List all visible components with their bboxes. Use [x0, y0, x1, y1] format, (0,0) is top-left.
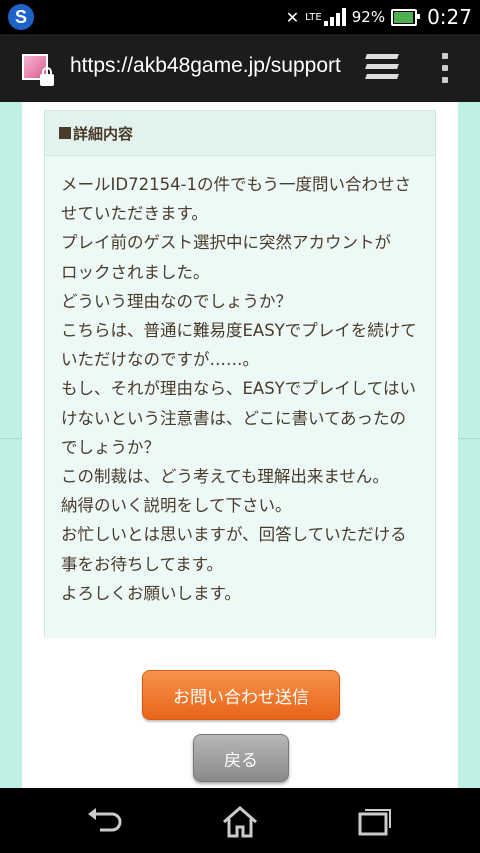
message-line: プレイ前のゲスト選択中に突然アカウントが [61, 233, 391, 253]
back-button[interactable]: 戻る [193, 734, 289, 782]
detail-header-label: 詳細内容 [73, 124, 134, 143]
lte-label: LTE [305, 11, 322, 23]
detail-box: 詳細内容 メールID72154-1の件でもう一度問い合わせさ せていただきます。… [44, 110, 436, 638]
message-line: 納得のいく説明をして下さい。 [61, 496, 292, 516]
battery-percent: 92% [351, 8, 386, 26]
signal-icon [323, 8, 346, 26]
battery-charging-icon [391, 8, 421, 26]
recent-apps-icon [358, 809, 391, 836]
message-line: この制裁は、どう考えても理解出来ません。 [61, 467, 389, 487]
message-line: もし、それが理由なら、EASYでプレイしてはい [61, 379, 416, 399]
system-nav-bar [0, 788, 480, 853]
message-line: 事をお待ちしてます。 [61, 554, 224, 574]
submit-inquiry-button[interactable]: お問い合わせ送信 [142, 670, 340, 720]
lock-icon [40, 67, 54, 86]
nav-recent-button[interactable] [334, 788, 414, 853]
clock: 0:27 [427, 5, 472, 29]
message-line: でしょうか？ [61, 437, 160, 457]
page-card: 詳細内容 メールID72154-1の件でもう一度問い合わせさ せていただきます。… [0, 102, 480, 788]
home-icon [223, 806, 257, 838]
square-bullet-icon [59, 127, 71, 139]
nav-back-button[interactable] [66, 788, 146, 853]
message-line: いただけなのですが……。 [61, 350, 259, 370]
status-indicators: ✕ LTE 92% 0:27 [286, 0, 472, 34]
overflow-menu-icon[interactable] [442, 53, 450, 83]
back-icon [88, 808, 122, 832]
address-bar: https://akb48game.jp/support [0, 34, 480, 102]
nav-home-button[interactable] [200, 788, 280, 853]
bluetooth-mute-icon: ✕ [285, 7, 300, 27]
message-line: よろしくお願いします。 [61, 583, 241, 603]
message-line: どういう理由なのでしょうか？ [61, 291, 292, 311]
tabs-icon[interactable] [365, 54, 400, 82]
url-field[interactable]: https://akb48game.jp/support [70, 54, 341, 78]
message-line: お忙しいとは思いますが、回答していただける [61, 525, 407, 545]
message-line: こちらは、普通に難易度EASYでプレイを続けて [61, 321, 417, 341]
status-bar: S ✕ LTE 92% 0:27 [0, 0, 480, 34]
message-line: メールID72154-1の件でもう一度問い合わせさ [61, 175, 412, 194]
message-line: ロックされました。 [61, 262, 210, 282]
message-line: けないという注意書は、どこに書いてあったの [61, 408, 407, 428]
detail-body: メールID72154-1の件でもう一度問い合わせさ せていただきます。 プレイ前… [45, 156, 435, 638]
app-s-icon: S [8, 4, 34, 30]
message-line: せていただきます。 [61, 204, 208, 224]
detail-header: 詳細内容 [45, 111, 435, 156]
